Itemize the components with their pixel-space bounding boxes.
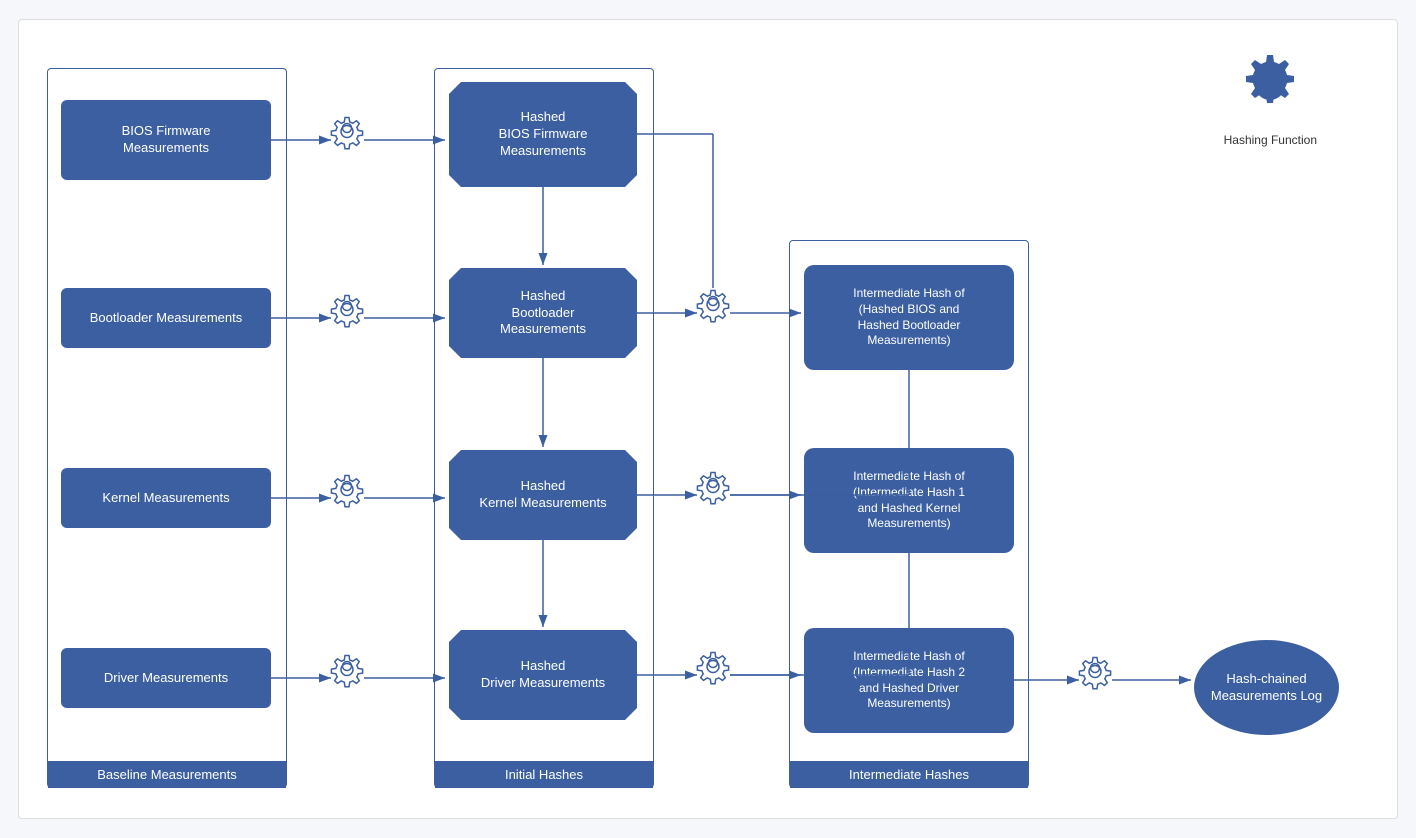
hashed-driver: HashedDriver Measurements [449,630,637,720]
inter-hash-3: Intermediate Hash of(Intermediate Hash 2… [804,628,1014,733]
driver-input: Driver Measurements [61,648,271,708]
kernel-input: Kernel Measurements [61,468,271,528]
inter-hash-2: Intermediate Hash of(Intermediate Hash 1… [804,448,1014,553]
hashed-kernel: HashedKernel Measurements [449,450,637,540]
legend-label: Hashing Function [1224,133,1317,147]
hashed-bootloader: HashedBootloaderMeasurements [449,268,637,358]
diagram-container: Baseline Measurements Initial Hashes Int… [18,19,1398,819]
inter-hash-1: Intermediate Hash of(Hashed BIOS andHash… [804,265,1014,370]
intermediate-label: Intermediate Hashes [790,761,1028,788]
hashed-bios: HashedBIOS FirmwareMeasurements [449,82,637,187]
bios-input: BIOS FirmwareMeasurements [61,100,271,180]
legend-gear-icon [1235,50,1305,125]
baseline-label: Baseline Measurements [48,761,286,788]
initial-label: Initial Hashes [435,761,653,788]
legend: Hashing Function [1224,50,1317,147]
final-output: Hash-chainedMeasurements Log [1194,640,1339,735]
bootloader-input: Bootloader Measurements [61,288,271,348]
